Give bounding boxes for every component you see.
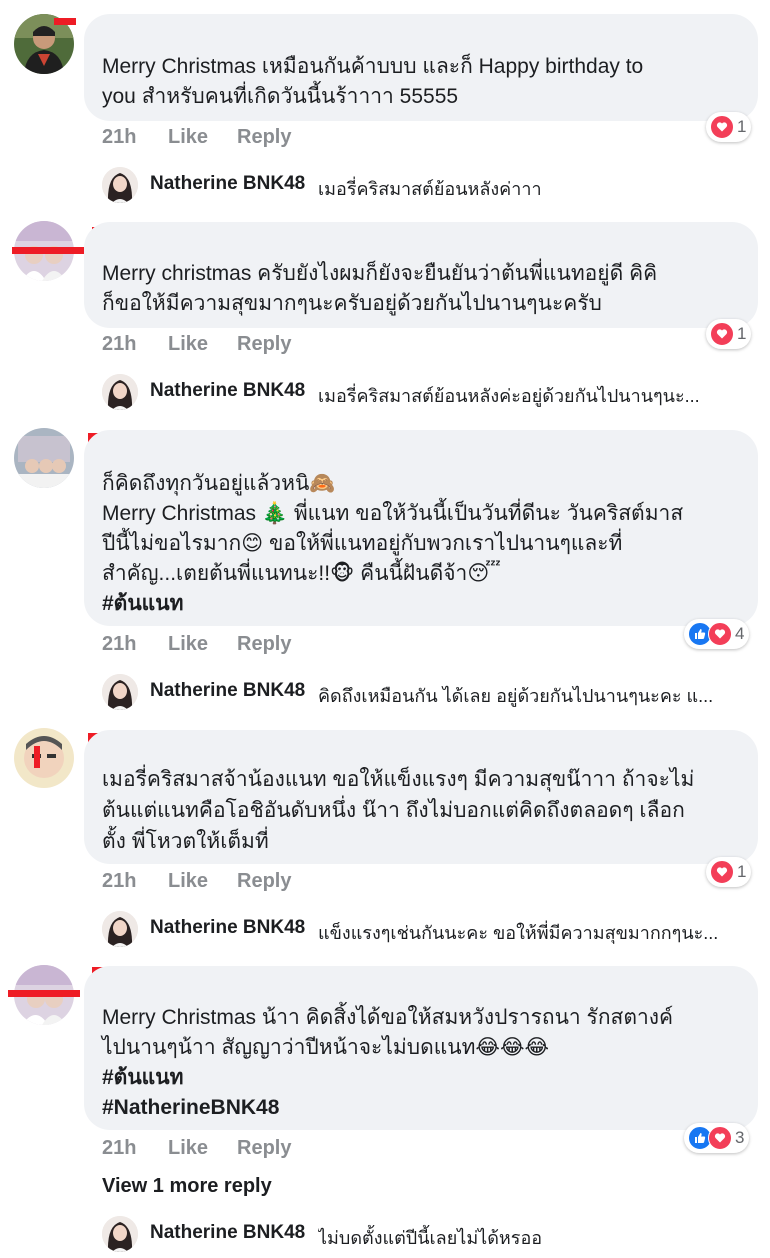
comment-text-line: Merry Christmas น้าา คิดสิ้งได้ขอให้สมหว… [102, 1006, 674, 1029]
reply-preview-text: ไม่บดตั้งแต่ปีนี้เลยไม่ได้หรออ [318, 1228, 543, 1248]
love-icon [708, 1126, 732, 1150]
reply-button[interactable]: Reply [237, 1137, 291, 1160]
hashtag-link[interactable]: #NatherineBNK48 [102, 1093, 279, 1123]
comment: Merry Christmas น้าา คิดสิ้งได้ขอให้สมหว… [0, 0, 770, 1258]
view-more-replies-link[interactable]: View 1 more reply [102, 1175, 272, 1198]
redaction-mark [8, 990, 80, 997]
timestamp: 21h [102, 1137, 137, 1159]
comment-text-line: ไปนานๆน้าา สัญญาว่าปีหน้าจะไม่บดแนท😂😂😂 [102, 1036, 550, 1059]
reply-preview[interactable]: Natherine BNK48 ไม่บดตั้งแต่ปีนี้เลยไม่ไ… [102, 1216, 762, 1256]
hashtag-link[interactable]: #ต้นแนท [102, 1063, 183, 1093]
replier-avatar [102, 1216, 138, 1252]
reaction-count: 3 [735, 1128, 745, 1147]
replier-name[interactable]: Natherine BNK48 [150, 1222, 305, 1244]
reaction-summary[interactable]: 3 [684, 1123, 750, 1153]
like-button[interactable]: Like [168, 1137, 208, 1160]
